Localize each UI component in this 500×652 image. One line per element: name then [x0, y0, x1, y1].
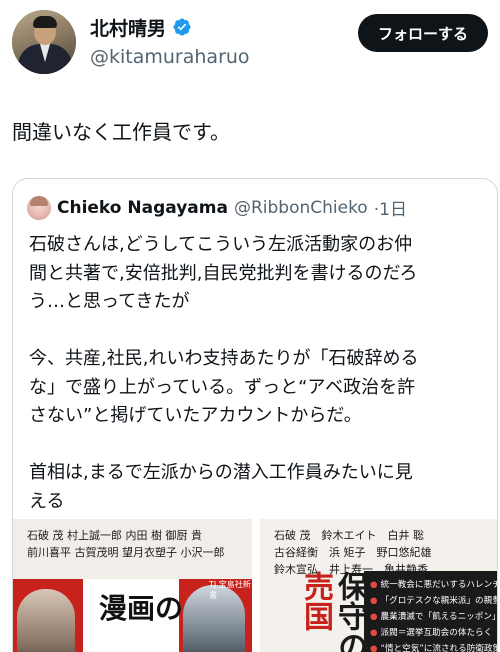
quoted-text-line: な」で盛り上がっている。ずっと“アベ政治を許: [29, 376, 416, 398]
book-right-blurb-list: ● 統一教会に悪だいするハレンチ ● 「グロテスクな親米派」の親豊 ● 農業潰滅…: [370, 577, 498, 652]
quoted-text-line: さない”と掲げていたアカウントからだ。: [29, 405, 362, 426]
quoted-text-line: える: [29, 490, 65, 512]
book-title-part: 漫画の: [99, 592, 184, 625]
blurb-item: ● 派閥＝選挙互助会の体たらく: [370, 628, 493, 638]
quoted-text-line: 石破さんは,どうしてこういう左派活動家のお仲: [29, 234, 413, 255]
quoted-tweet-text: 石破さんは,どうしてこういう左派活動家のお仲 間と共著で,安倍批判,自民党批判を…: [29, 231, 485, 516]
quoted-text-line: 間と共著で,安倍批判,自民党批判を書けるのだろ: [29, 262, 418, 284]
book-author-line: 前川喜平 古賀茂明 望月衣塑子 小沢一郎: [27, 546, 225, 559]
tweet-header: 北村晴男 @kitamuraharuo フォローする: [12, 10, 488, 78]
quoted-tweet-media[interactable]: 石破 茂 村上誠一郎 内田 樹 御厨 貴 前川喜平 古賀茂明 望月衣塑子 小沢一…: [13, 519, 498, 652]
book-title-part: 保守の: [332, 571, 367, 652]
quoted-text-line: 首相は,まるで左派からの潜入工作員みたいに見: [29, 462, 413, 483]
media-image-book-right[interactable]: 石破 茂 鈴木エイト 白井 聡 古谷経衡 浜 矩子 野口悠紀雄 鈴木宣弘 井上寿…: [260, 519, 498, 652]
book-left-imprint: TJ 宝島社新書: [209, 580, 251, 600]
follow-button[interactable]: フォローする: [358, 14, 488, 52]
book-left-authors: 石破 茂 村上誠一郎 内田 樹 御厨 貴 前川喜平 古賀茂明 望月衣塑子 小沢一…: [27, 527, 225, 561]
blurb-item: ● “情と空気”に流される防衛政策: [370, 644, 498, 652]
book-author-line: 石破 茂 鈴木エイト 白井 聡: [274, 529, 424, 542]
author-handle[interactable]: @kitamuraharuo: [90, 46, 250, 68]
book-author-line: 石破 茂 村上誠一郎 内田 樹 御厨 貴: [27, 529, 202, 542]
book-title-part: 売国: [298, 571, 333, 631]
quoted-tweet-card[interactable]: Chieko Nagayama @RibbonChieko ·1日 石破さんは,…: [12, 178, 498, 652]
quoted-author-name[interactable]: Chieko Nagayama: [57, 198, 228, 218]
quoted-text-line: う…と思ってきたが: [29, 291, 190, 312]
book-right-title: 保守の売国: [266, 571, 367, 652]
quoted-author-avatar[interactable]: [27, 195, 51, 220]
blurb-item: ● 統一教会に悪だいするハレンチ: [370, 580, 498, 590]
book-left-title: 漫画の: [99, 593, 183, 625]
quoted-author-handle[interactable]: @RibbonChieko: [234, 198, 368, 218]
quoted-text-line: 今、共産,社民,れいわ支持あたりが「石破辞める: [29, 348, 419, 369]
author-display-name[interactable]: 北村晴男: [90, 14, 250, 40]
author-name-block: 北村晴男 @kitamuraharuo: [90, 14, 250, 69]
quoted-tweet-time[interactable]: ·1日: [374, 195, 407, 220]
verified-badge-icon: [173, 18, 191, 36]
blurb-item: ● 農業潰滅で「飢えるニッポン」: [370, 612, 498, 622]
blurb-item: ● 「グロテスクな親米派」の親豊: [370, 596, 498, 606]
author-display-name-text[interactable]: 北村晴男: [90, 14, 166, 41]
quoted-tweet-header: Chieko Nagayama @RibbonChieko ·1日: [27, 195, 407, 220]
author-avatar[interactable]: [12, 10, 76, 74]
book-author-line: 古谷経衡 浜 矩子 野口悠紀雄: [274, 546, 432, 559]
book-left-portrait: [17, 589, 75, 652]
tweet-text: 間違いなく工作員です。: [12, 120, 230, 144]
media-image-book-left[interactable]: 石破 茂 村上誠一郎 内田 樹 御厨 貴 前川喜平 古賀茂明 望月衣塑子 小沢一…: [13, 519, 252, 652]
